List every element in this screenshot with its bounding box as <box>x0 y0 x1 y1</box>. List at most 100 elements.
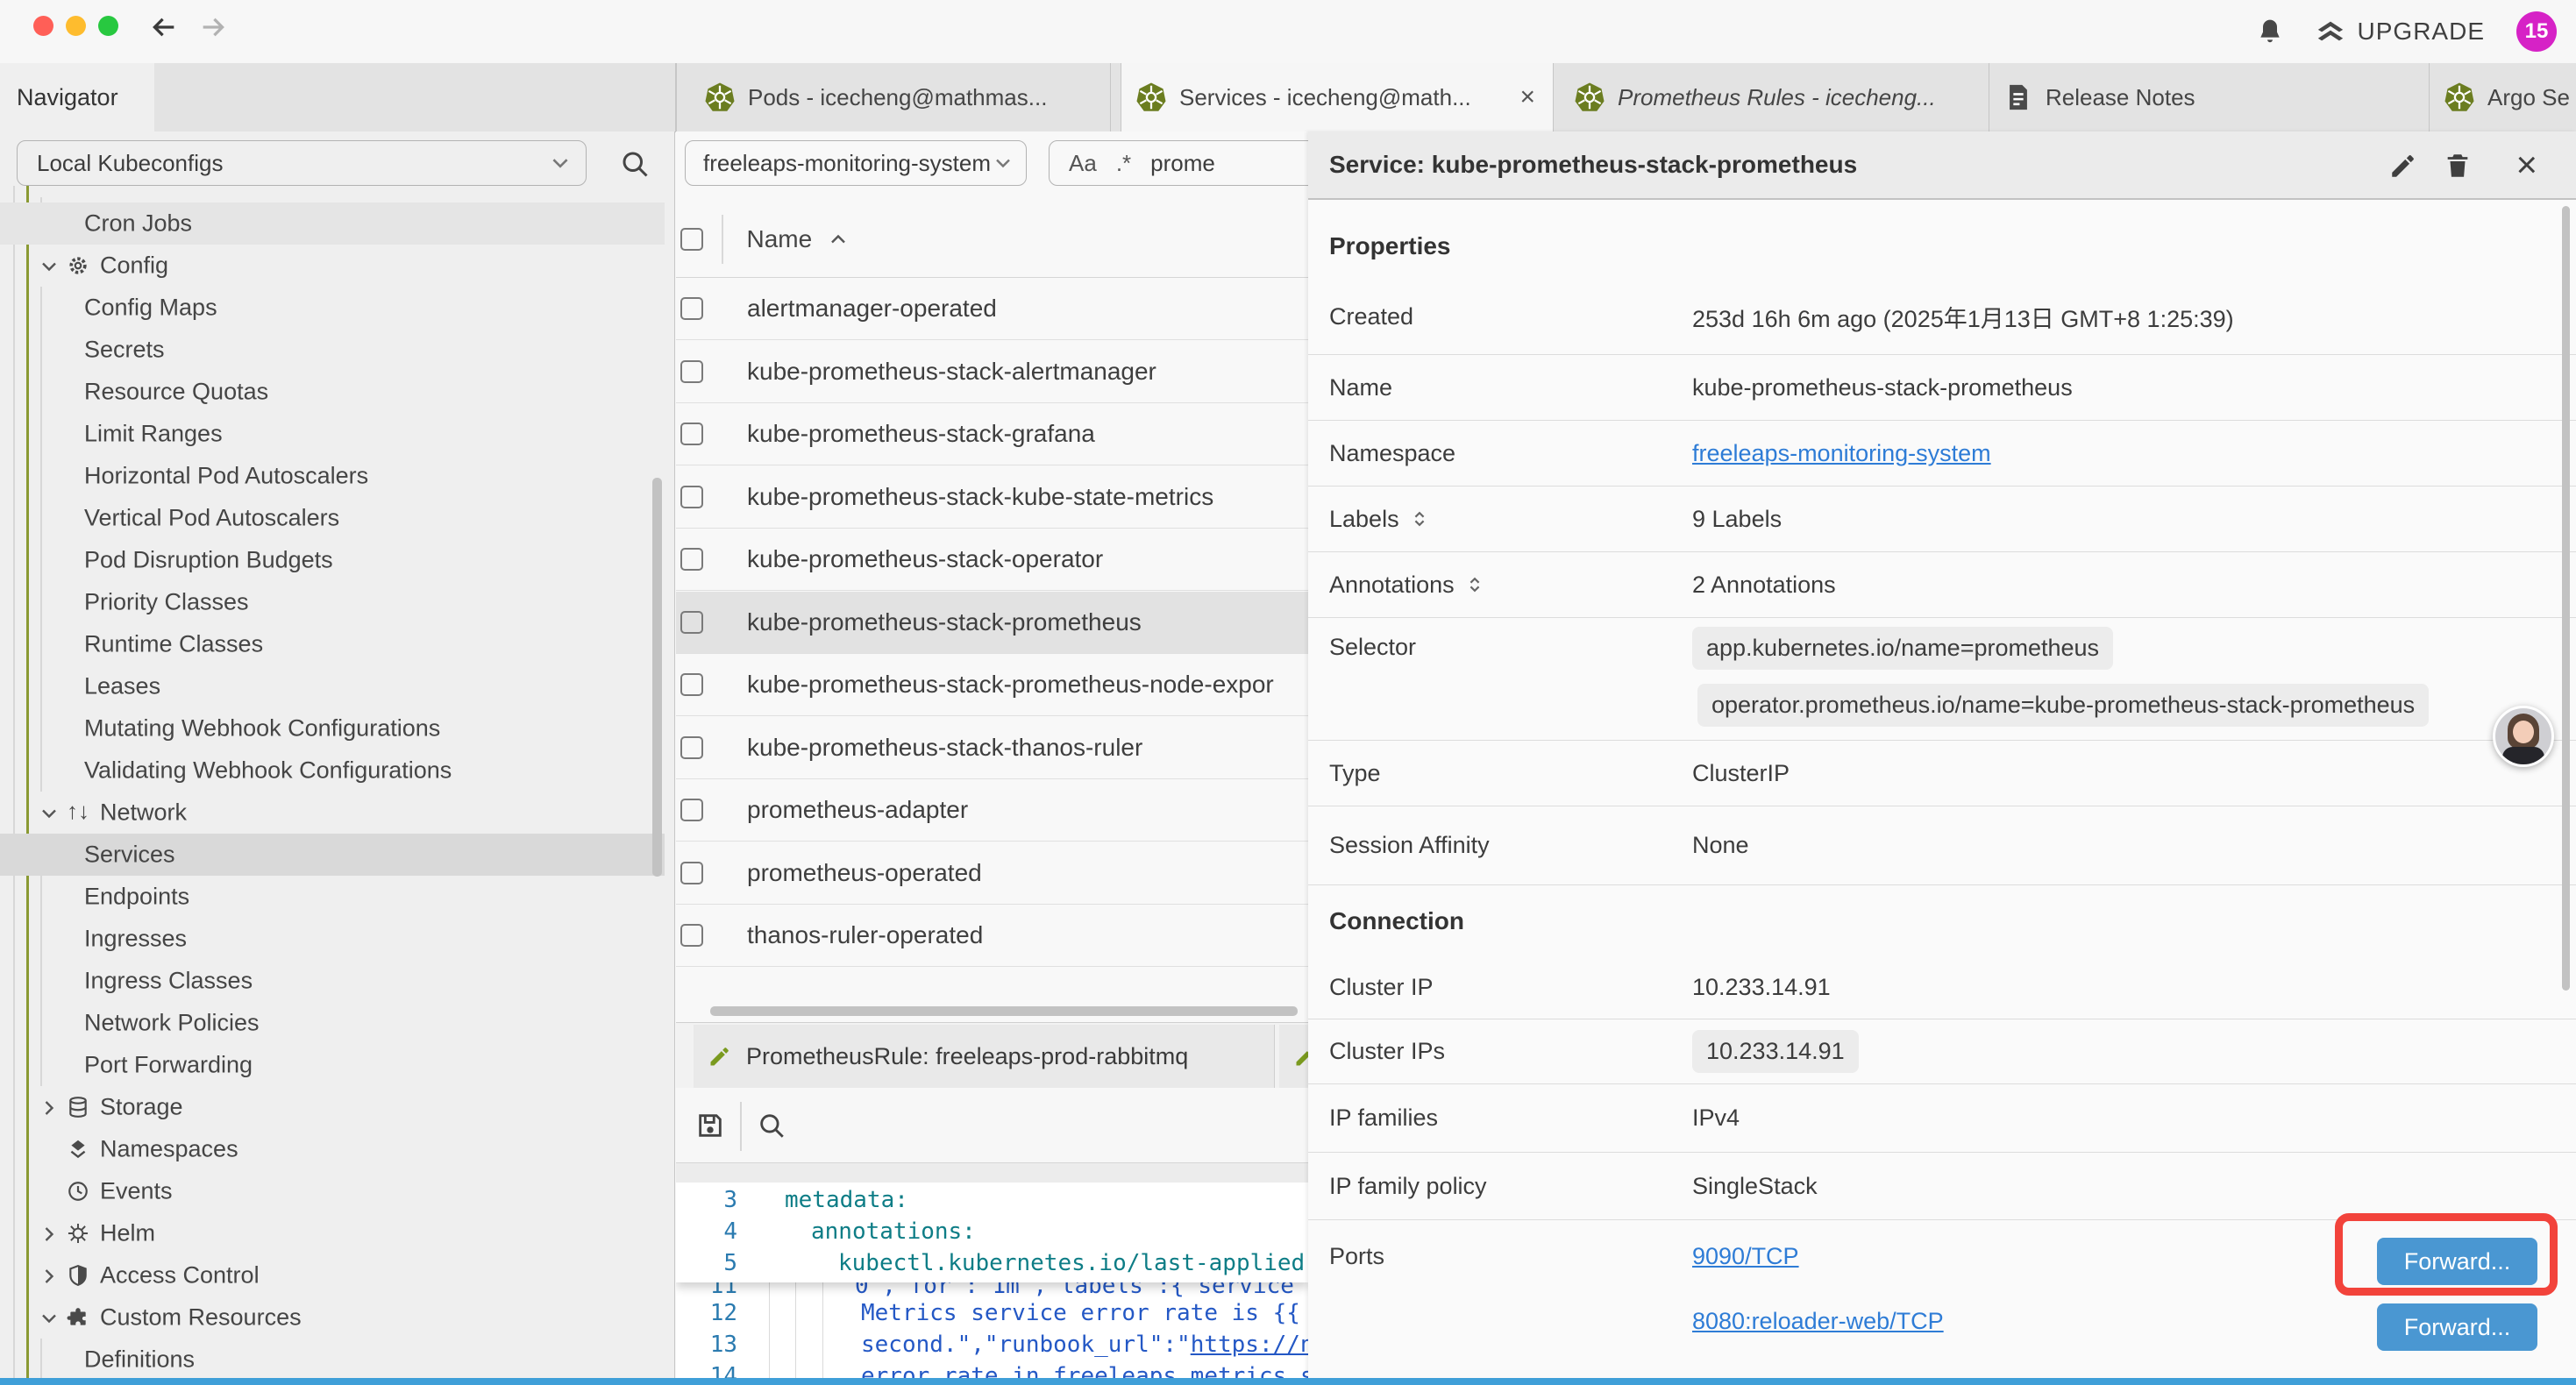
sidebar-item-services[interactable]: Services <box>0 834 665 876</box>
editor-tab-prometheusrule[interactable]: PrometheusRule: freeleaps-prod-rabbitmq <box>694 1025 1275 1088</box>
traffic-light-close[interactable] <box>33 16 53 36</box>
back-button[interactable] <box>149 12 179 42</box>
row-checkbox[interactable] <box>680 360 703 383</box>
sidebar-item-ingresses[interactable]: Ingresses <box>0 918 665 960</box>
annotations-value[interactable]: 2 Annotations <box>1692 572 1836 599</box>
table-row[interactable]: kube-prometheus-stack-kube-state-metrics <box>676 466 1308 529</box>
table-row[interactable]: kube-prometheus-stack-alertmanager <box>676 341 1308 403</box>
sidebar-item-network-policies[interactable]: Network Policies <box>0 1002 665 1044</box>
navigator-tab[interactable]: Navigator <box>0 63 154 132</box>
row-checkbox[interactable] <box>680 799 703 821</box>
notification-count-badge[interactable]: 15 <box>2516 11 2557 52</box>
match-case-icon[interactable]: Aa <box>1069 150 1097 177</box>
upgrade-button[interactable]: UPGRADE <box>2316 17 2485 46</box>
close-icon[interactable]: × <box>2516 142 2537 188</box>
sidebar-item-priority-classes[interactable]: Priority Classes <box>0 581 665 623</box>
sidebar-group-helm[interactable]: Helm <box>0 1212 665 1254</box>
table-row[interactable]: kube-prometheus-stack-thanos-ruler <box>676 717 1308 779</box>
sidebar-item-port-forwarding[interactable]: Port Forwarding <box>0 1044 665 1086</box>
sidebar-group-config[interactable]: Config <box>0 245 665 287</box>
table-row[interactable]: kube-prometheus-stack-grafana <box>676 403 1308 465</box>
sidebar-item-resource-quotas[interactable]: Resource Quotas <box>0 371 665 413</box>
chevron-down-icon <box>39 256 60 277</box>
row-checkbox[interactable] <box>680 736 703 759</box>
row-checkbox[interactable] <box>680 297 703 320</box>
sort-both-icon[interactable] <box>1410 509 1429 529</box>
row-checkbox[interactable] <box>680 423 703 445</box>
tab-prometheus-rules[interactable]: Prometheus Rules - icecheng... <box>1560 63 1989 131</box>
sidebar-item-ingress-classes[interactable]: Ingress Classes <box>0 960 665 1002</box>
sidebar-item-mutating-webhook-configurations[interactable]: Mutating Webhook Configurations <box>0 707 665 749</box>
sidebar-item-config-maps[interactable]: Config Maps <box>0 287 665 329</box>
table-row-selected[interactable]: kube-prometheus-stack-prometheus <box>676 592 1308 654</box>
search-input[interactable]: Aa .* prome <box>1049 140 1308 186</box>
delete-icon[interactable] <box>2443 151 2473 181</box>
table-row[interactable]: kube-prometheus-stack-operator <box>676 529 1308 591</box>
row-checkbox[interactable] <box>680 611 703 634</box>
table-row[interactable]: thanos-ruler-operated <box>676 905 1308 967</box>
column-header-name[interactable]: Name <box>747 225 813 253</box>
sidebar-group-custom-resources[interactable]: Custom Resources <box>0 1296 665 1339</box>
table-row[interactable]: prometheus-operated <box>676 842 1308 905</box>
row-checkbox[interactable] <box>680 548 703 571</box>
editor-tab-partial[interactable] <box>1279 1025 1308 1088</box>
sidebar-group-storage[interactable]: Storage <box>0 1086 665 1128</box>
runbook-url-link[interactable]: https://net <box>1191 1332 1308 1358</box>
forward-button[interactable]: Forward... <box>2377 1303 2537 1351</box>
table-row[interactable]: kube-prometheus-stack-prometheus-node-ex… <box>676 654 1308 716</box>
sidebar-item-secrets[interactable]: Secrets <box>0 329 665 371</box>
table-row[interactable]: prometheus-adapter <box>676 779 1308 842</box>
regex-icon[interactable]: .* <box>1116 150 1131 177</box>
sort-both-icon[interactable] <box>1465 575 1484 594</box>
row-checkbox[interactable] <box>680 924 703 947</box>
sort-ascending-icon[interactable] <box>828 229 849 250</box>
traffic-light-minimize[interactable] <box>66 16 86 36</box>
horizontal-scrollbar[interactable] <box>710 1006 1298 1016</box>
editor-search-icon[interactable] <box>757 1111 786 1140</box>
save-icon[interactable] <box>695 1111 725 1140</box>
kubeconfig-select[interactable]: Local Kubeconfigs <box>17 140 587 186</box>
avatar[interactable] <box>2493 706 2554 767</box>
sidebar-item-validating-webhook-configurations[interactable]: Validating Webhook Configurations <box>0 749 665 792</box>
namespace-link[interactable]: freeleaps-monitoring-system <box>1692 440 1991 467</box>
sidebar-item-definitions[interactable]: Definitions <box>0 1339 665 1378</box>
port-link[interactable]: 8080:reloader-web/TCP <box>1692 1308 1944 1335</box>
select-all-checkbox[interactable] <box>680 228 703 251</box>
tab-pods[interactable]: Pods - icecheng@mathmas... <box>690 63 1111 131</box>
sidebar-item-runtime-classes[interactable]: Runtime Classes <box>0 623 665 665</box>
sidebar-item-limit-ranges[interactable]: Limit Ranges <box>0 413 665 455</box>
port-link[interactable]: 9090/TCP <box>1692 1243 1799 1270</box>
code-area[interactable]: 110","for":"1m","labels":{"service":" 12… <box>676 1183 1308 1378</box>
namespace-select[interactable]: freeleaps-monitoring-system <box>685 140 1027 186</box>
selector-chip[interactable]: operator.prometheus.io/name=kube-prometh… <box>1697 684 2429 727</box>
table-row[interactable]: alertmanager-operated <box>676 278 1308 340</box>
sidebar-item-namespaces[interactable]: Namespaces <box>0 1128 665 1170</box>
labels-value[interactable]: 9 Labels <box>1692 506 1782 533</box>
sidebar-search-icon[interactable] <box>619 148 651 180</box>
sidebar-item-events[interactable]: Events <box>0 1170 665 1212</box>
sidebar-group-network[interactable]: ↑↓ Network <box>0 792 665 834</box>
sidebar-scrollbar[interactable] <box>652 478 662 877</box>
cluster-ips-chip[interactable]: 10.233.14.91 <box>1692 1030 1859 1073</box>
row-checkbox[interactable] <box>680 862 703 884</box>
sidebar-item-horizontal-pod-autoscalers[interactable]: Horizontal Pod Autoscalers <box>0 455 665 497</box>
sidebar-item-pod-disruption-budgets[interactable]: Pod Disruption Budgets <box>0 539 665 581</box>
row-checkbox[interactable] <box>680 486 703 508</box>
sidebar-item-vertical-pod-autoscalers[interactable]: Vertical Pod Autoscalers <box>0 497 665 539</box>
traffic-light-maximize[interactable] <box>98 16 118 36</box>
notification-bell-icon[interactable] <box>2256 18 2284 46</box>
sidebar-group-access-control[interactable]: Access Control <box>0 1254 665 1296</box>
sidebar-item-cron-jobs[interactable]: Cron Jobs <box>0 202 665 245</box>
chevron-right-icon <box>39 1224 60 1245</box>
tab-release-notes[interactable]: Release Notes <box>1989 63 2430 131</box>
sidebar-item-endpoints[interactable]: Endpoints <box>0 876 665 918</box>
selector-chip[interactable]: app.kubernetes.io/name=prometheus <box>1692 627 2113 670</box>
detail-scrollbar[interactable] <box>2562 206 2570 991</box>
row-checkbox[interactable] <box>680 673 703 696</box>
edit-icon[interactable] <box>2388 151 2418 181</box>
tab-close-icon[interactable]: × <box>1519 82 1535 112</box>
forward-button[interactable] <box>198 12 228 42</box>
tab-argo[interactable]: Argo Se <box>2430 63 2576 131</box>
tab-services[interactable]: Services - icecheng@math... × <box>1121 63 1554 131</box>
sidebar-item-leases[interactable]: Leases <box>0 665 665 707</box>
